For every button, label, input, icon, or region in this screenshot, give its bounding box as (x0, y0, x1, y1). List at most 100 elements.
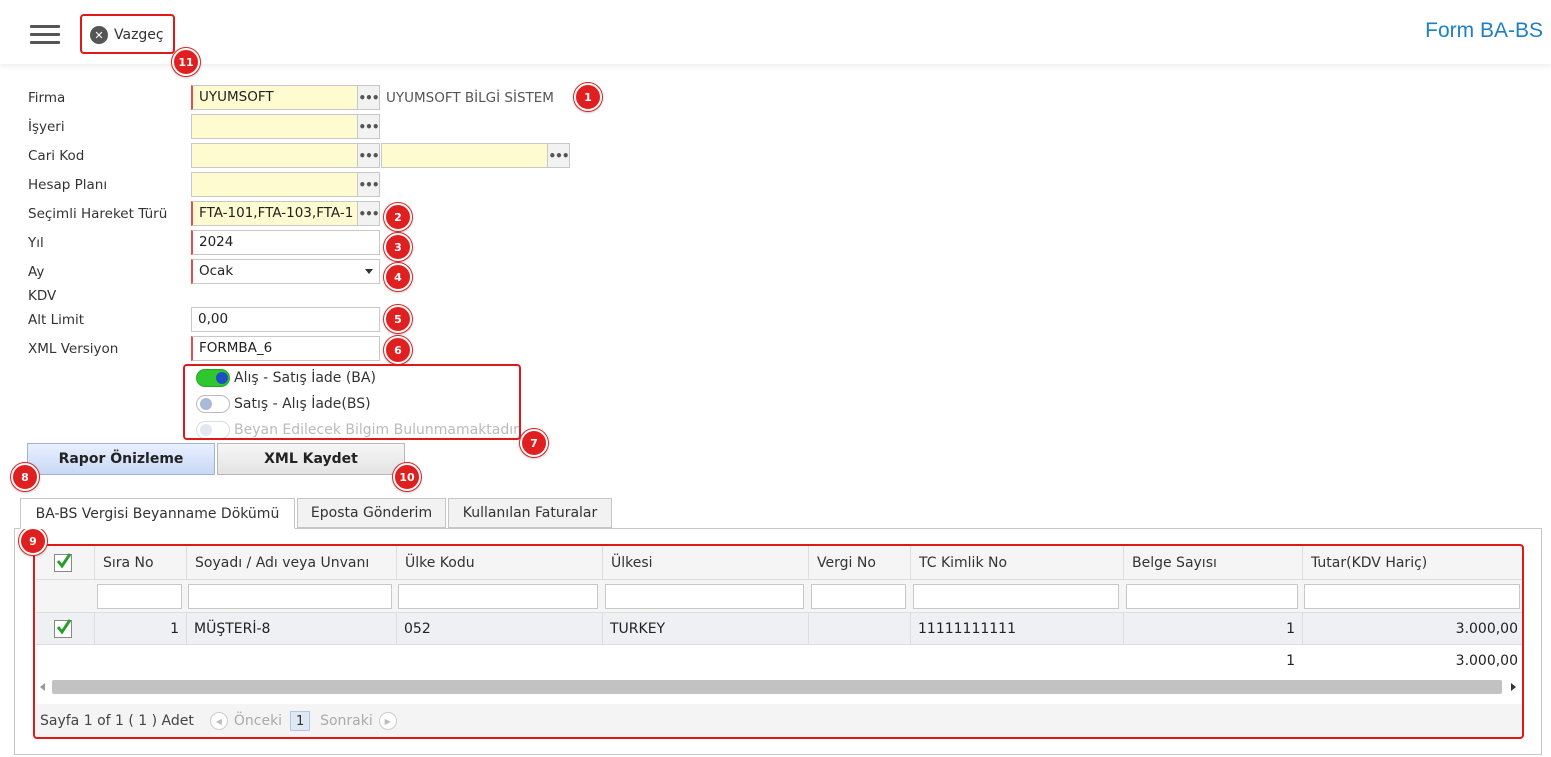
firma-field[interactable]: UYUMSOFT (191, 85, 358, 110)
table-row[interactable]: 1 MÜŞTERİ-8 052 TURKEY 11111111111 1 3.0… (36, 613, 1522, 645)
toggle-ba-label: Alış - Satış İade (BA) (234, 370, 376, 386)
filter-ulke-kodu[interactable] (398, 584, 598, 609)
yil-field[interactable]: 2024 (191, 230, 380, 255)
marker-10: 10 (393, 463, 421, 491)
grid-header-row: Sıra No Soyadı / Adı veya Unvanı Ülke Ko… (36, 546, 1522, 580)
tab-eposta[interactable]: Eposta Gönderim (297, 498, 446, 528)
close-icon: ✕ (90, 26, 108, 44)
grid-filter-row (36, 580, 1522, 613)
filter-sira-no[interactable] (97, 584, 182, 609)
col-header-tc-kimlik[interactable]: TC Kimlik No (910, 546, 1123, 580)
prev-page-button[interactable]: Önceki (234, 713, 282, 729)
col-header-sira-no[interactable]: Sıra No (94, 546, 186, 580)
hamburger-menu-icon[interactable] (30, 23, 60, 45)
data-grid: Sıra No Soyadı / Adı veya Unvanı Ülke Ko… (36, 546, 1522, 738)
toggle-knob (200, 424, 212, 436)
col-header-vergi-no[interactable]: Vergi No (808, 546, 910, 580)
top-bar (0, 0, 1551, 64)
alt-limit-field[interactable]: 0,00 (191, 307, 380, 332)
summary-belge-sayisi: 1 (1286, 653, 1295, 669)
horizontal-scrollbar[interactable] (36, 677, 1522, 697)
toggle-knob (216, 372, 228, 384)
cell-unvan: MÜŞTERİ-8 (186, 613, 396, 645)
cari-kod-label: Cari Kod (28, 148, 85, 164)
xml-versiyon-field[interactable]: FORMBA_6 (191, 336, 380, 361)
marker-6: 6 (384, 336, 412, 364)
cell-belge-sayisi: 1 (1123, 613, 1302, 645)
next-page-button[interactable]: Sonraki (320, 713, 373, 729)
isyeri-field[interactable] (191, 114, 358, 139)
yil-label: Yıl (28, 235, 44, 251)
summary-tutar: 3.000,00 (1455, 653, 1518, 669)
cell-ulke-kodu: 052 (396, 613, 602, 645)
alt-limit-label: Alt Limit (28, 312, 85, 328)
row-checkbox[interactable] (54, 619, 72, 638)
tab-faturalar[interactable]: Kullanılan Faturalar (448, 498, 612, 528)
next-page-icon[interactable]: ▶ (378, 712, 397, 730)
isyeri-label: İşyeri (28, 119, 65, 135)
scroll-left-icon[interactable] (40, 683, 45, 691)
firma-description: UYUMSOFT BİLGİ SİSTEM (386, 90, 554, 106)
marker-3: 3 (384, 233, 412, 261)
cari-kod-field-2[interactable] (381, 143, 548, 168)
marker-4: 4 (384, 263, 412, 291)
scrollbar-thumb[interactable] (52, 680, 1502, 694)
toggle-no-declaration-label: Beyan Edilecek Bilgim Bulunmamaktadır (234, 422, 519, 438)
filter-tc-kimlik[interactable] (913, 584, 1119, 609)
ay-select[interactable]: Ocak (191, 259, 380, 284)
firma-label: Firma (28, 90, 66, 106)
col-header-tutar[interactable]: Tutar(KDV Hariç) (1302, 546, 1522, 580)
scroll-right-icon[interactable] (1511, 683, 1516, 691)
cari-kod-lookup-button-2[interactable]: ••• (548, 143, 570, 168)
cell-tc-kimlik: 11111111111 (910, 613, 1123, 645)
current-page[interactable]: 1 (290, 711, 311, 731)
ay-select-value: Ocak (199, 263, 234, 279)
cell-ulkesi: TURKEY (602, 613, 808, 645)
col-header-ulke-kodu[interactable]: Ülke Kodu (396, 546, 602, 580)
filter-unvan[interactable] (188, 584, 392, 609)
filter-tutar[interactable] (1304, 584, 1520, 609)
firma-lookup-button[interactable]: ••• (358, 85, 380, 110)
hareket-turu-label: Seçimli Hareket Türü (28, 206, 168, 222)
marker-5: 5 (384, 305, 412, 333)
marker-8: 8 (11, 463, 39, 491)
marker-9: 9 (19, 527, 47, 555)
pager-info: Sayfa 1 of 1 ( 1 ) Adet (40, 713, 194, 729)
filter-ulkesi[interactable] (605, 584, 804, 609)
col-header-unvan[interactable]: Soyadı / Adı veya Unvanı (186, 546, 396, 580)
cell-sira-no: 1 (94, 613, 186, 645)
chevron-down-icon (365, 269, 373, 274)
marker-1: 1 (574, 83, 602, 111)
hesap-plani-lookup-button[interactable]: ••• (358, 172, 380, 197)
marker-11: 11 (172, 48, 200, 76)
prev-page-icon[interactable]: ◀ (209, 712, 228, 730)
summary-row: 1 3.000,00 (36, 645, 1522, 677)
cari-kod-field[interactable] (191, 143, 358, 168)
filter-belge-sayisi[interactable] (1126, 584, 1298, 609)
hesap-plani-field[interactable] (191, 172, 358, 197)
col-header-ulkesi[interactable]: Ülkesi (602, 546, 808, 580)
filter-vergi-no[interactable] (811, 584, 906, 609)
tab-beyanname[interactable]: BA-BS Vergisi Beyanname Dökümü (20, 498, 295, 529)
toggle-bs[interactable] (196, 395, 230, 413)
select-all-checkbox[interactable] (54, 553, 72, 572)
toggle-no-declaration (196, 421, 230, 439)
report-preview-button[interactable]: Rapor Önizleme (27, 443, 215, 475)
hareket-turu-field[interactable]: FTA-101,FTA-103,FTA-1 (191, 201, 358, 226)
cari-kod-lookup-button[interactable]: ••• (358, 143, 380, 168)
xml-versiyon-label: XML Versiyon (28, 341, 119, 357)
kdv-label: KDV (28, 288, 57, 304)
col-header-belge-sayisi[interactable]: Belge Sayısı (1123, 546, 1302, 580)
hesap-plani-label: Hesap Planı (28, 177, 108, 193)
toggle-ba[interactable] (196, 369, 230, 387)
cancel-button-label: Vazgeç (114, 27, 164, 43)
hareket-turu-lookup-button[interactable]: ••• (358, 201, 380, 226)
marker-7: 7 (520, 429, 548, 457)
isyeri-lookup-button[interactable]: ••• (358, 114, 380, 139)
toggle-knob (200, 398, 212, 410)
toggle-bs-label: Satış - Alış İade(BS) (234, 396, 371, 412)
cell-vergi-no (808, 613, 910, 645)
marker-2: 2 (384, 203, 412, 231)
save-xml-button[interactable]: XML Kaydet (217, 443, 405, 475)
cancel-button[interactable]: ✕ Vazgeç (84, 20, 170, 50)
